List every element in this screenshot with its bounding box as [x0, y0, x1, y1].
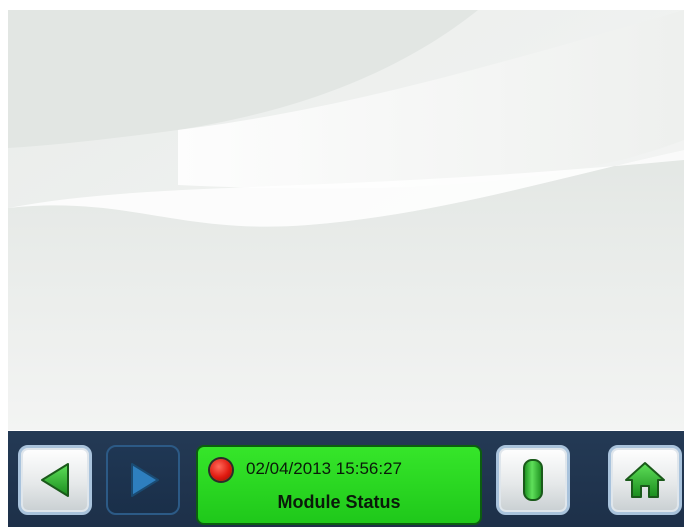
home-button[interactable]: [608, 445, 682, 515]
back-button[interactable]: [18, 445, 92, 515]
module-status-panel[interactable]: 02/04/2013 15:56:27 Module Status: [196, 445, 482, 525]
status-title: Module Status: [277, 492, 401, 512]
home-icon: [625, 462, 665, 498]
forward-arrow-icon: [131, 463, 159, 497]
status-datetime: 02/04/2013 15:56:27: [246, 459, 402, 478]
forward-button[interactable]: [106, 445, 180, 515]
main-screen-area: [8, 10, 684, 430]
bottom-navigation-bar: 02/04/2013 15:56:27 Module Status: [8, 431, 684, 527]
info-button[interactable]: [496, 445, 570, 515]
status-led-icon: [210, 459, 232, 481]
info-bar-icon: [523, 459, 543, 501]
background-swoosh: [8, 10, 684, 430]
back-arrow-icon: [41, 463, 69, 497]
